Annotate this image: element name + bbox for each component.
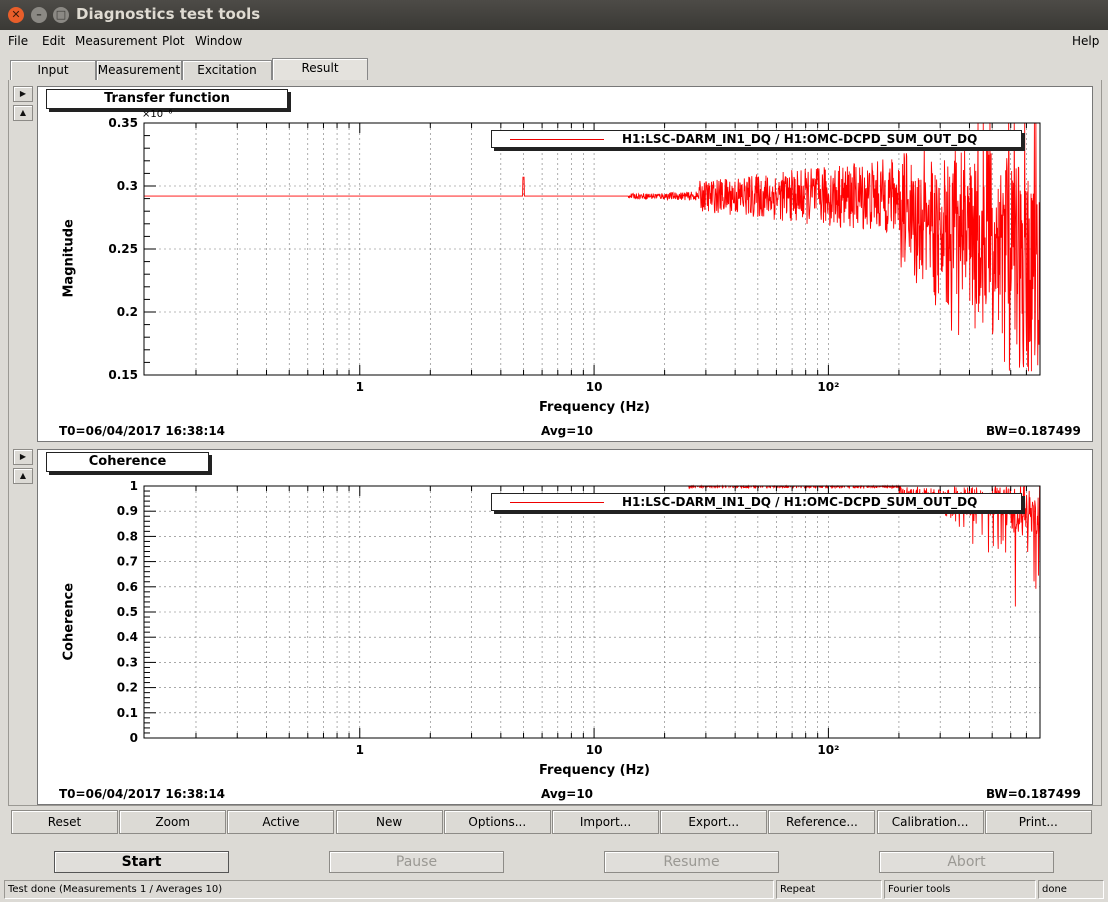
x-tick-label: 10² (817, 380, 839, 394)
t0-label: T0=06/04/2017 16:38:14 (59, 787, 226, 801)
x-tick-label: 1 (356, 380, 364, 394)
title-bar: ✕ – □ Diagnostics test tools (0, 0, 1108, 30)
y-tick-label: 0.4 (117, 630, 138, 644)
collapse-arrow-icon[interactable]: ▲ (13, 468, 33, 484)
active-button[interactable]: Active (227, 810, 335, 834)
legend-line (510, 502, 604, 503)
menu-file[interactable]: File (8, 34, 28, 48)
y-tick-label: 0.3 (117, 179, 138, 193)
legend-line (510, 139, 604, 140)
menu-edit[interactable]: Edit (42, 34, 65, 48)
y-exponent: ×10⁻⁶ (142, 109, 173, 120)
series-line (144, 122, 1041, 372)
y-axis-label: Coherence (61, 582, 77, 661)
x-axis-label: Frequency (Hz) (539, 400, 650, 415)
reference-button[interactable]: Reference... (768, 810, 876, 834)
plot-legend: H1:LSC-DARM_IN1_DQ / H1:OMC-DCPD_SUM_OUT… (491, 493, 1022, 511)
expand-arrow-icon[interactable]: ▶ (13, 86, 33, 102)
y-tick-label: 0.15 (108, 368, 138, 382)
status-state: done (1038, 880, 1104, 899)
y-tick-label: 0.1 (117, 706, 138, 720)
status-message: Test done (Measurements 1 / Averages 10) (4, 880, 774, 899)
avg-label: Avg=10 (541, 424, 594, 438)
menu-bar: File Edit Measurement Plot Window Help (0, 30, 1108, 52)
export-button[interactable]: Export... (660, 810, 768, 834)
window-title: Diagnostics test tools (76, 5, 261, 23)
y-tick-label: 0.25 (108, 242, 138, 256)
y-tick-label: 0.2 (117, 305, 138, 319)
x-ticks (195, 486, 1041, 738)
main-window: ✕ – □ Diagnostics test tools File Edit M… (0, 0, 1108, 902)
legend-label: H1:LSC-DARM_IN1_DQ / H1:OMC-DCPD_SUM_OUT… (622, 495, 978, 509)
status-fourier-tools: Fourier tools (884, 880, 1036, 899)
y-tick-label: 0.3 (117, 655, 138, 669)
bw-label: BW=0.187499 (986, 787, 1081, 801)
x-tick-label: 10 (586, 743, 603, 757)
y-ticks (144, 485, 156, 739)
menu-plot[interactable]: Plot (162, 34, 185, 48)
zoom-button[interactable]: Zoom (119, 810, 227, 834)
y-tick-label: 0.2 (117, 681, 138, 695)
maximize-icon[interactable]: □ (53, 7, 69, 23)
coherence-panel: 1 10 10² 0 0.1 0.2 0.3 0.4 0.5 0.6 0.7 0.8 0.9 1 Cohe… (37, 449, 1093, 805)
options-button[interactable]: Options... (443, 810, 551, 834)
legend-label: H1:LSC-DARM_IN1_DQ / H1:OMC-DCPD_SUM_OUT… (622, 132, 978, 146)
y-axis-label: Magnitude (61, 219, 77, 298)
y-tick-label: 0 (130, 731, 138, 745)
y-tick-label: 0.35 (108, 116, 138, 130)
x-ticks (195, 123, 1041, 375)
y-tick-label: 0.8 (117, 529, 138, 543)
y-ticks (144, 122, 156, 376)
collapse-arrow-icon[interactable]: ▲ (13, 105, 33, 121)
pause-button[interactable]: Pause (329, 851, 504, 873)
y-tick-label: 0.5 (117, 605, 138, 619)
tab-excitation[interactable]: Excitation (182, 60, 272, 80)
minimize-icon[interactable]: – (31, 7, 47, 23)
x-tick-label: 10² (817, 743, 839, 757)
resume-button[interactable]: Resume (604, 851, 779, 873)
grid-lines (144, 122, 1041, 376)
menu-measurement[interactable]: Measurement (75, 34, 157, 48)
close-icon[interactable]: ✕ (8, 7, 24, 23)
avg-label: Avg=10 (541, 787, 594, 801)
abort-button[interactable]: Abort (879, 851, 1054, 873)
plot-title: Transfer function (46, 89, 288, 109)
menu-window[interactable]: Window (195, 34, 242, 48)
expand-arrow-icon[interactable]: ▶ (13, 449, 33, 465)
grid-lines (144, 485, 1041, 739)
tab-bar: Input Measurement Excitation Result (8, 58, 1102, 80)
start-button[interactable]: Start (54, 851, 229, 873)
x-axis-label: Frequency (Hz) (539, 763, 650, 778)
print-button[interactable]: Print... (984, 810, 1092, 834)
y-tick-label: 1 (130, 479, 138, 493)
transfer-function-panel: 1 10 10² 0.15 0.2 0.25 0.3 0.35 Transfer functi… (37, 86, 1093, 442)
x-tick-label: 1 (356, 743, 364, 757)
new-button[interactable]: New (335, 810, 443, 834)
bw-label: BW=0.187499 (986, 424, 1081, 438)
x-tick-label: 10 (586, 380, 603, 394)
tab-measurement[interactable]: Measurement (96, 60, 182, 80)
y-tick-label: 0.7 (117, 555, 138, 569)
reset-button[interactable]: Reset (11, 810, 118, 834)
y-tick-label: 0.9 (117, 504, 138, 518)
status-repeat: Repeat (776, 880, 882, 899)
plot-title: Coherence (46, 452, 209, 472)
import-button[interactable]: Import... (552, 810, 659, 834)
plot-legend: H1:LSC-DARM_IN1_DQ / H1:OMC-DCPD_SUM_OUT… (491, 130, 1022, 148)
tab-result[interactable]: Result (272, 58, 368, 80)
menu-help[interactable]: Help (1072, 34, 1099, 48)
tab-input[interactable]: Input (10, 60, 96, 80)
t0-label: T0=06/04/2017 16:38:14 (59, 424, 226, 438)
calibration-button[interactable]: Calibration... (876, 810, 984, 834)
y-tick-label: 0.6 (117, 580, 138, 594)
